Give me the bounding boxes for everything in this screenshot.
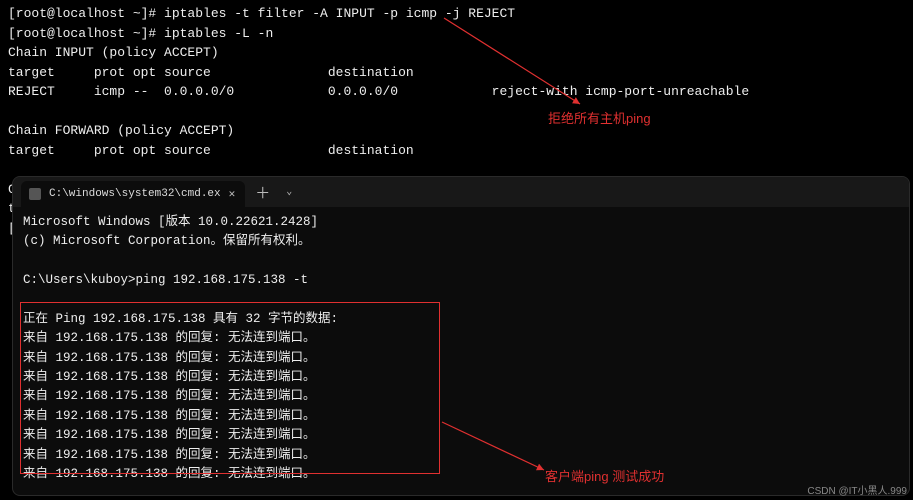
- win-copyright: (c) Microsoft Corporation。保留所有权利。: [23, 234, 311, 248]
- win-version: Microsoft Windows [版本 10.0.22621.2428]: [23, 215, 318, 229]
- iptables-header: target prot opt source destination: [8, 65, 414, 80]
- ping-reply: 来自 192.168.175.138 的回复: 无法连到端口。: [23, 428, 316, 442]
- ping-reply: 来自 192.168.175.138 的回复: 无法连到端口。: [23, 409, 316, 423]
- iptables-rule: REJECT icmp -- 0.0.0.0/0 0.0.0.0/0 rejec…: [8, 84, 749, 99]
- cmd-icon: [29, 188, 41, 200]
- iptables-header: target prot opt source destination: [8, 143, 414, 158]
- watermark: CSDN @IT小黑人.999: [807, 482, 907, 497]
- ping-reply: 来自 192.168.175.138 的回复: 无法连到端口。: [23, 448, 316, 462]
- linux-prompt: [root@localhost ~]#: [8, 6, 164, 21]
- ping-reply: 来自 192.168.175.138 的回复: 无法连到端口。: [23, 370, 316, 384]
- window-titlebar[interactable]: C:\windows\system32\cmd.ex ✕ ＋ ⌄: [13, 177, 909, 207]
- linux-cmd1: iptables -t filter -A INPUT -p icmp -j R…: [164, 6, 515, 21]
- win-prompt: C:\Users\kuboy>: [23, 273, 136, 287]
- tab-title: C:\windows\system32\cmd.ex: [49, 188, 221, 200]
- ping-reply: 来自 192.168.175.138 的回复: 无法连到端口。: [23, 351, 316, 365]
- new-tab-button[interactable]: ＋: [245, 182, 280, 203]
- ping-reply: 来自 192.168.175.138 的回复: 无法连到端口。: [23, 389, 316, 403]
- chain-forward: Chain FORWARD (policy ACCEPT): [8, 123, 234, 138]
- chain-input: Chain INPUT (policy ACCEPT): [8, 45, 219, 60]
- cmd-output[interactable]: Microsoft Windows [版本 10.0.22621.2428] (…: [13, 207, 909, 490]
- linux-cmd2: iptables -L -n: [164, 26, 273, 41]
- windows-cmd-window[interactable]: C:\windows\system32\cmd.ex ✕ ＋ ⌄ Microso…: [12, 176, 910, 496]
- ping-start: 正在 Ping 192.168.175.138 具有 32 字节的数据:: [23, 312, 338, 326]
- ping-reply: 来自 192.168.175.138 的回复: 无法连到端口。: [23, 467, 316, 481]
- win-cmd: ping 192.168.175.138 -t: [136, 273, 309, 287]
- ping-reply: 来自 192.168.175.138 的回复: 无法连到端口。: [23, 331, 316, 345]
- close-icon[interactable]: ✕: [229, 187, 236, 201]
- tab-dropdown-icon[interactable]: ⌄: [280, 186, 298, 198]
- tab-cmd[interactable]: C:\windows\system32\cmd.ex ✕: [21, 181, 245, 207]
- linux-prompt: [root@localhost ~]#: [8, 26, 164, 41]
